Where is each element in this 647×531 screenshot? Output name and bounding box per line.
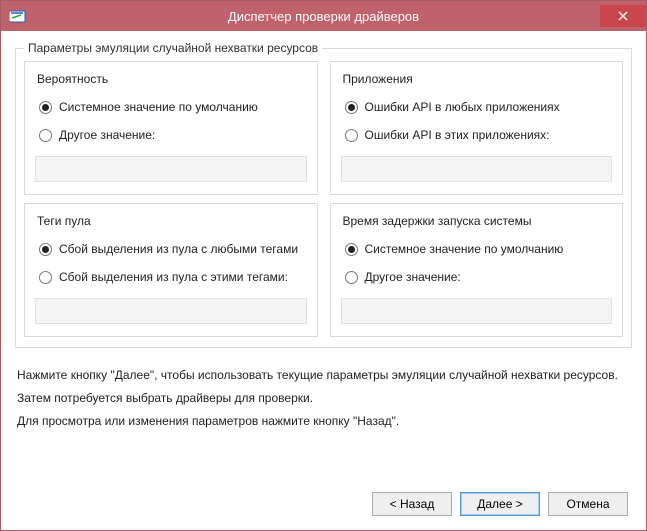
group-delay: Время задержки запуска системы Системное… xyxy=(330,203,624,337)
cancel-button[interactable]: Отмена xyxy=(548,492,628,516)
radio-icon xyxy=(345,101,358,114)
applications-option-these[interactable]: Ошибки API в этих приложениях: xyxy=(345,128,613,142)
radio-icon xyxy=(345,129,358,142)
instruction-line-2: Затем потребуется выбрать драйверы для п… xyxy=(17,387,630,410)
window-title: Диспетчер проверки драйверов xyxy=(1,9,646,24)
radio-label: Ошибки API в любых приложениях xyxy=(365,100,560,114)
group-probability-title: Вероятность xyxy=(33,72,112,86)
pooltags-option-any[interactable]: Сбой выделения из пула с любыми тегами xyxy=(39,242,307,256)
group-pooltags: Теги пула Сбой выделения из пула с любым… xyxy=(24,203,318,337)
applications-list-input[interactable] xyxy=(341,156,613,182)
groups-grid: Вероятность Системное значение по умолча… xyxy=(24,61,623,337)
instruction-line-1: Нажмите кнопку "Далее", чтобы использова… xyxy=(17,364,630,387)
outer-groupbox: Параметры эмуляции случайной нехватки ре… xyxy=(15,41,632,348)
radio-label: Сбой выделения из пула с этими тегами: xyxy=(59,270,288,284)
delay-option-default[interactable]: Системное значение по умолчанию xyxy=(345,242,613,256)
group-applications-title: Приложения xyxy=(339,72,417,86)
titlebar: Диспетчер проверки драйверов xyxy=(1,1,646,31)
close-button[interactable] xyxy=(600,5,646,27)
delay-option-custom[interactable]: Другое значение: xyxy=(345,270,613,284)
close-icon xyxy=(618,11,628,21)
radio-icon xyxy=(39,243,52,256)
radio-icon xyxy=(345,243,358,256)
radio-label: Сбой выделения из пула с любыми тегами xyxy=(59,242,298,256)
radio-icon xyxy=(39,101,52,114)
group-applications: Приложения Ошибки API в любых приложения… xyxy=(330,61,624,195)
radio-icon xyxy=(39,129,52,142)
app-icon xyxy=(9,9,27,23)
radio-icon xyxy=(39,271,52,284)
group-delay-title: Время задержки запуска системы xyxy=(339,214,536,228)
radio-label: Системное значение по умолчанию xyxy=(365,242,564,256)
next-button[interactable]: Далее > xyxy=(460,492,540,516)
instruction-line-3: Для просмотра или изменения параметров н… xyxy=(17,410,630,433)
pooltags-list-input[interactable] xyxy=(35,298,307,324)
pooltags-option-these[interactable]: Сбой выделения из пула с этими тегами: xyxy=(39,270,307,284)
probability-option-custom[interactable]: Другое значение: xyxy=(39,128,307,142)
probability-custom-input[interactable] xyxy=(35,156,307,182)
window-frame: Диспетчер проверки драйверов Параметры э… xyxy=(0,0,647,531)
radio-label: Системное значение по умолчанию xyxy=(59,100,258,114)
client-area: Параметры эмуляции случайной нехватки ре… xyxy=(1,31,646,530)
outer-group-legend: Параметры эмуляции случайной нехватки ре… xyxy=(24,41,322,55)
back-button[interactable]: < Назад xyxy=(372,492,452,516)
applications-option-any[interactable]: Ошибки API в любых приложениях xyxy=(345,100,613,114)
delay-custom-input[interactable] xyxy=(341,298,613,324)
instructions-block: Нажмите кнопку "Далее", чтобы использова… xyxy=(17,364,630,432)
wizard-button-row: < Назад Далее > Отмена xyxy=(15,482,632,520)
radio-label: Другое значение: xyxy=(365,270,461,284)
probability-option-default[interactable]: Системное значение по умолчанию xyxy=(39,100,307,114)
radio-icon xyxy=(345,271,358,284)
radio-label: Ошибки API в этих приложениях: xyxy=(365,128,550,142)
group-probability: Вероятность Системное значение по умолча… xyxy=(24,61,318,195)
group-pooltags-title: Теги пула xyxy=(33,214,95,228)
radio-label: Другое значение: xyxy=(59,128,155,142)
